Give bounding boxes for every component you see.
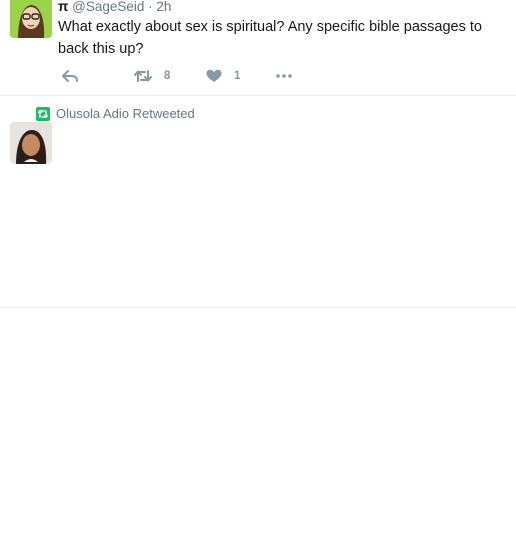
avatar[interactable]: [10, 122, 52, 164]
reply-icon: [62, 69, 78, 83]
retweet-icon: [134, 69, 152, 83]
retweeted-by[interactable]: Olusola Adio Retweeted: [56, 106, 195, 122]
retweet-button[interactable]: 8: [134, 67, 170, 85]
like-button[interactable]: 1: [206, 67, 240, 85]
handle[interactable]: @SageSeid: [72, 0, 144, 14]
retweet-count: 8: [164, 70, 171, 82]
tweet-text: What exactly about sex is spiritual? Any…: [58, 19, 482, 57]
tweet[interactable]: Olusola Adio Retweeted: [0, 96, 516, 308]
tweet[interactable]: π @SageSeid · 2h What exactly about sex …: [0, 0, 516, 96]
avatar[interactable]: [10, 0, 52, 38]
display-name[interactable]: π: [58, 0, 68, 14]
more-icon: [276, 74, 292, 78]
like-count: 1: [234, 70, 241, 82]
reply-button[interactable]: [62, 67, 78, 85]
tweet-header: π @SageSeid · 2h: [58, 0, 171, 16]
timestamp[interactable]: · 2h: [148, 0, 171, 14]
tweet-actions: 8 1: [58, 67, 358, 85]
more-button[interactable]: [276, 67, 292, 85]
retweet-badge-icon: [36, 107, 50, 121]
heart-icon: [206, 69, 222, 83]
